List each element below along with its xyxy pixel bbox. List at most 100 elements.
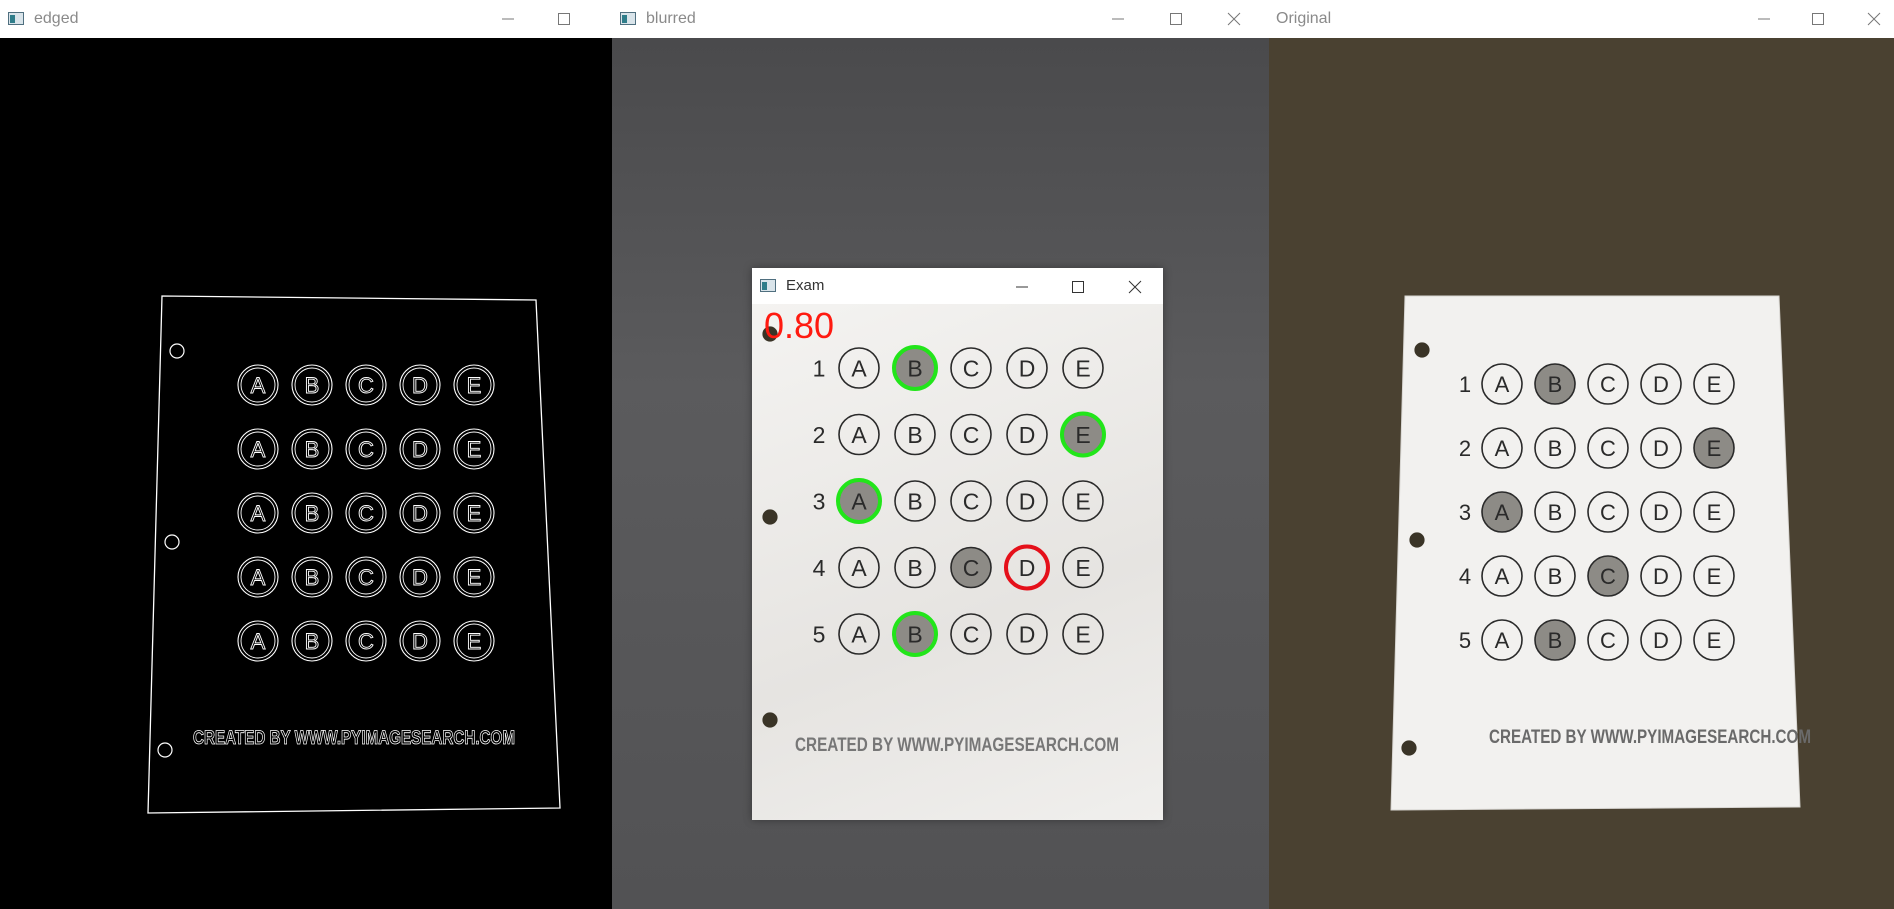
bubble-letter: D (412, 437, 428, 462)
answer-bubble-2e: E (1693, 427, 1735, 469)
answer-bubble-2b: B (894, 413, 936, 456)
answer-bubble-3d: D (1006, 480, 1048, 522)
bubble-letter: E (1075, 555, 1090, 581)
bubble-letter: B (305, 565, 320, 590)
bubble-letter: A (1495, 500, 1510, 525)
blurred-titlebar[interactable]: blurred (612, 0, 1269, 38)
answer-bubble-5a: A (838, 613, 880, 655)
question-number: 4 (813, 555, 826, 581)
bubble-letter: E (1707, 564, 1722, 589)
edged-titlebar[interactable]: edged (0, 0, 612, 38)
minimize-icon (1016, 286, 1028, 288)
answer-bubble-5b: B (1534, 619, 1576, 661)
bubble-letter: A (251, 629, 266, 654)
question-number: 3 (1459, 500, 1471, 525)
exam-minimize-button[interactable] (994, 268, 1050, 304)
bubble-letter: B (305, 501, 320, 526)
bubble-letter: D (1019, 555, 1036, 581)
bubble-letter: D (412, 629, 428, 654)
bubble-letter: B (907, 355, 922, 381)
answer-bubble-4c: C (1587, 555, 1629, 597)
bubble-letter: B (1548, 628, 1563, 653)
answer-bubble-5e: E (453, 620, 495, 662)
question-number: 5 (813, 621, 826, 647)
answer-bubble-1d: D (399, 364, 441, 406)
original-close-button[interactable] (1846, 0, 1894, 38)
answer-bubble-4c: C (345, 556, 387, 598)
question-number: 1 (813, 355, 826, 381)
bubble-letter: D (1019, 488, 1036, 514)
bubble-letter: B (1548, 500, 1563, 525)
bubble-letter: B (907, 488, 922, 514)
bubble-letter: A (851, 488, 867, 514)
bubble-letter: B (907, 621, 922, 647)
bubble-letter: D (1653, 372, 1669, 397)
exam-titlebar[interactable]: Exam (752, 268, 1163, 304)
answer-bubble-2b: B (291, 428, 333, 470)
bubble-letter: B (1548, 564, 1563, 589)
bubble-letter: E (1075, 621, 1090, 647)
edged-maximize-button[interactable] (536, 0, 592, 38)
original-titlebar[interactable]: Original (1269, 0, 1894, 38)
bubble-letter: C (358, 373, 374, 398)
answer-bubble-5d: D (1006, 613, 1048, 655)
minimize-icon (502, 18, 514, 20)
bubble-letter: A (251, 501, 266, 526)
bubble-letter: E (467, 437, 482, 462)
exam-window-title: Exam (786, 277, 825, 294)
exam-close-button[interactable] (1107, 268, 1163, 304)
answer-bubble-2c: C (345, 428, 387, 470)
question-number: 3 (217, 501, 229, 526)
answer-bubble-3a: A (237, 492, 279, 534)
question-number: 4 (217, 565, 229, 590)
question-number: 5 (217, 629, 229, 654)
edged-minimize-button[interactable] (480, 0, 536, 38)
bubble-letter: A (851, 355, 867, 381)
original-image: 1 A B C D E 2 A B C D E 3 A B C D E 4 A B C D E 5 A B C D E CREATED BY… (1269, 38, 1894, 909)
question-number: 2 (217, 437, 229, 462)
close-icon (1128, 280, 1142, 294)
bubble-letter: D (412, 565, 428, 590)
bubble-letter: E (1707, 372, 1722, 397)
question-number: 5 (1459, 628, 1471, 653)
answer-bubble-2e: E (1060, 411, 1106, 458)
sheet-footer-text: CREATED BY WWW.PYIMAGESEARCH.COM (1489, 727, 1811, 748)
close-icon (1867, 12, 1881, 26)
answer-bubble-3b: B (894, 480, 936, 522)
exam-score: 0.80 (764, 305, 834, 346)
original-minimize-button[interactable] (1736, 0, 1792, 38)
original-window: Original 1ABCDE2ABCDE3ABCDE4ABCDE5ABCDEC… (1269, 0, 1894, 909)
blurred-minimize-button[interactable] (1090, 0, 1146, 38)
bubble-letter: E (467, 501, 482, 526)
bubble-letter: E (1707, 500, 1722, 525)
punch-hole (164, 534, 180, 550)
blurred-maximize-button[interactable] (1148, 0, 1204, 38)
answer-bubble-4d: D (399, 556, 441, 598)
answer-bubble-3e: E (453, 492, 495, 534)
bubble-letter: C (1600, 564, 1616, 589)
bubble-letter: B (305, 437, 320, 462)
answer-bubble-5e: E (1062, 613, 1104, 655)
bubble-letter: E (467, 629, 482, 654)
answer-bubble-2d: D (1006, 413, 1048, 456)
maximize-icon (1170, 13, 1182, 25)
answer-bubble-1b: B (1534, 363, 1576, 405)
original-maximize-button[interactable] (1790, 0, 1846, 38)
bubble-letter: B (907, 422, 922, 448)
answer-bubble-2a: A (838, 413, 880, 456)
answer-bubble-5c: C (345, 620, 387, 662)
question-number: 2 (813, 422, 826, 448)
exam-maximize-button[interactable] (1050, 268, 1106, 304)
blurred-close-button[interactable] (1206, 0, 1262, 38)
minimize-icon (1112, 18, 1124, 20)
bubble-letter: D (412, 501, 428, 526)
original-window-title: Original (1276, 10, 1332, 27)
bubble-letter: D (1653, 500, 1669, 525)
bubble-letter: B (1548, 372, 1563, 397)
bubble-letter: A (1495, 564, 1510, 589)
exam-image: 1 A B C D E 2 A B C D E 3 A B C D E 4 A B C D E 5 A B C D E CREATED BY… (752, 304, 1163, 820)
app-window-icon (760, 279, 776, 292)
answer-bubble-4e: E (1062, 546, 1104, 589)
answer-bubble-3e: E (1062, 480, 1104, 522)
bubble-letter: D (1019, 422, 1036, 448)
